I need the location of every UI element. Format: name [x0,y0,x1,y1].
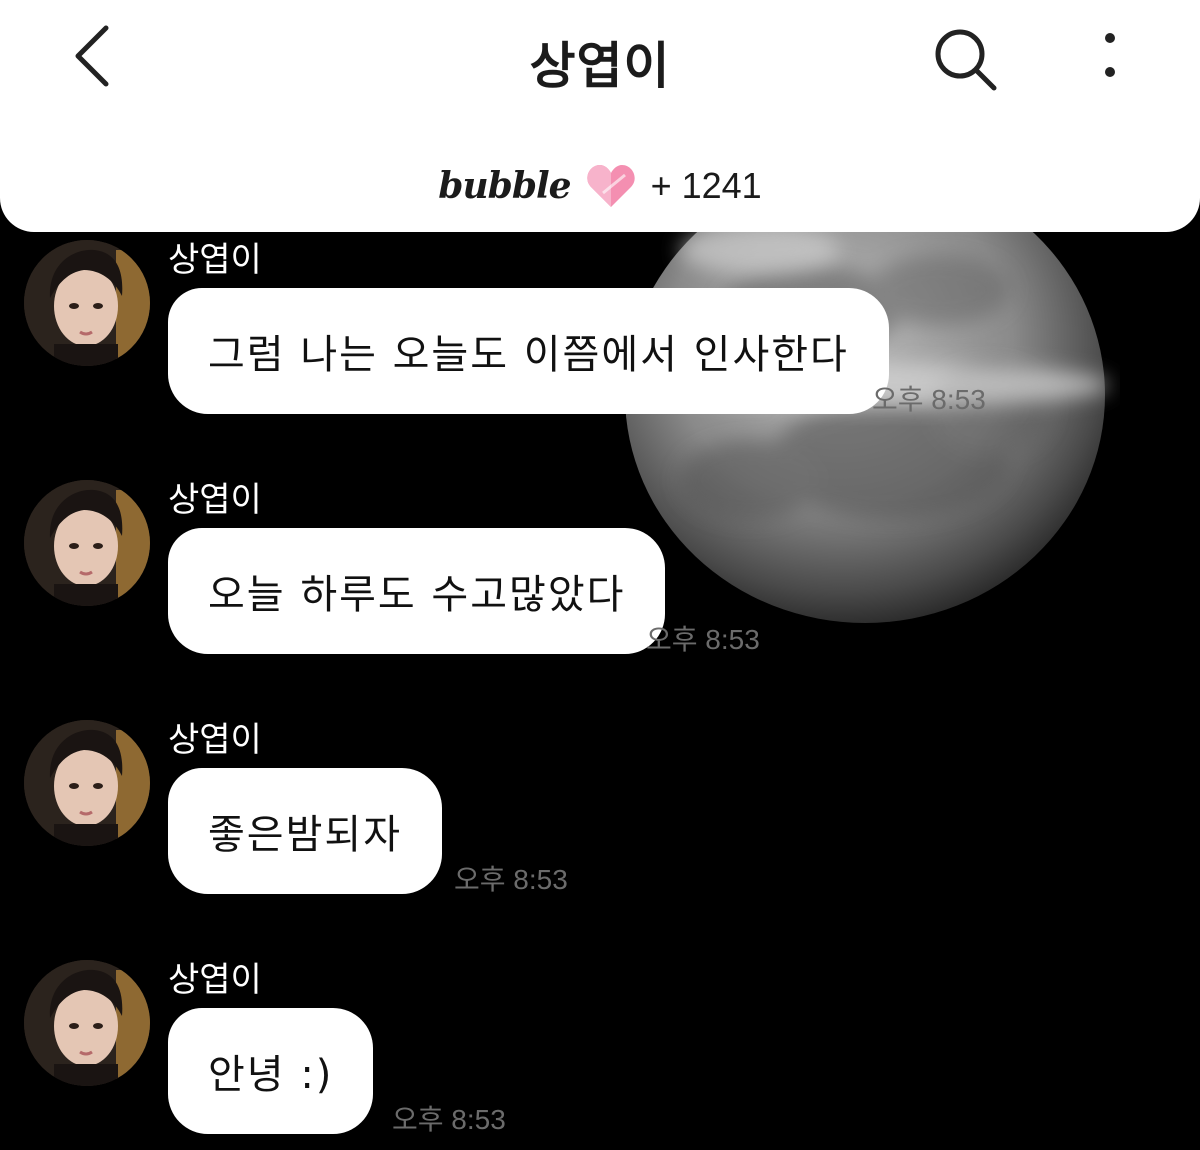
heart-count: + 1241 [650,165,762,206]
chat-title: 상엽이 [529,37,671,95]
message-bubble[interactable]: 안녕 :) [168,1008,374,1134]
search-icon[interactable] [928,24,1004,94]
message-bubble[interactable]: 그럼 나는 오늘도 이쯤에서 인사한다 [168,288,889,414]
message-item: 상엽이 그럼 나는 오늘도 이쯤에서 인사한다 오후 8:53 [0,232,1200,472]
avatar[interactable] [24,480,150,606]
avatar-image [24,480,150,606]
message-time: 오후 8:53 [872,384,986,415]
sender-name: 상엽이 [168,240,262,280]
message-bubble[interactable]: 오늘 하루도 수고많았다 [168,528,666,654]
sender-name: 상엽이 [168,720,262,760]
bubble-heart-bar: bubble + 1241 [0,160,1200,212]
heart-icon [586,165,635,207]
message-time: 오후 8:53 [646,624,760,655]
message-item: 상엽이 오늘 하루도 수고많았다 오후 8:53 [0,472,1200,712]
avatar[interactable] [24,720,150,846]
more-vertical-icon[interactable] [1088,26,1132,86]
message-time: 오후 8:53 [392,1104,506,1135]
message-item: 상엽이 안녕 :) 오후 8:53 [0,952,1200,1150]
chat-header: 상엽이 bubble + 1241 [0,0,1200,232]
message-item: 상엽이 좋은밤되자 오후 8:53 [0,712,1200,952]
avatar[interactable] [24,240,150,366]
avatar-image [24,240,150,366]
message-time: 오후 8:53 [454,864,568,895]
avatar[interactable] [24,960,150,1086]
sender-name: 상엽이 [168,480,262,520]
bubble-brand-logo: bubble [438,165,571,207]
avatar-image [24,960,150,1086]
sender-name: 상엽이 [168,960,262,1000]
avatar-image [24,720,150,846]
bubble-heart-button[interactable]: bubble + 1241 [438,160,762,212]
message-bubble[interactable]: 좋은밤되자 [168,768,442,894]
